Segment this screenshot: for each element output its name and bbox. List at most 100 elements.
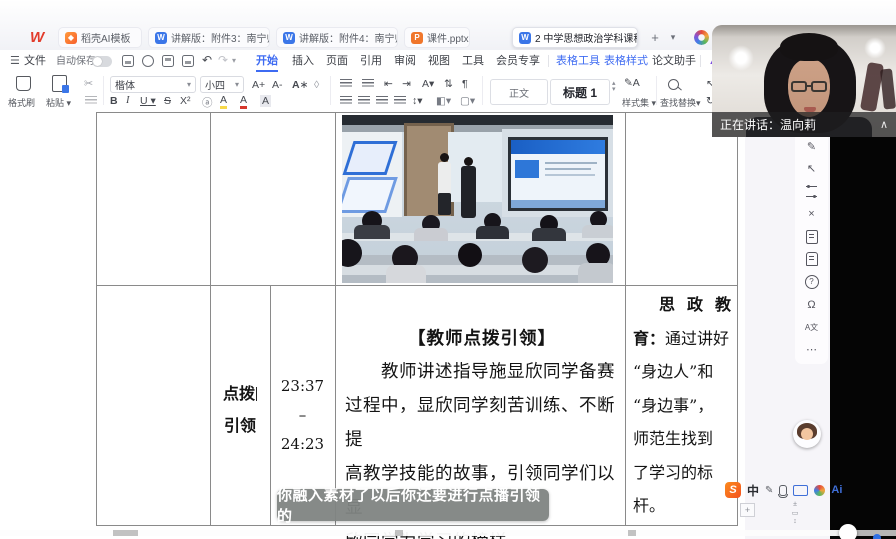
wps-logo-icon[interactable]: W [30,29,44,46]
cell-stage-label[interactable]: 点拨 引领 [210,378,270,442]
find-icon[interactable] [668,79,679,90]
menu-review[interactable]: 审阅 [394,53,416,70]
stamp-icon[interactable] [805,252,819,266]
sort-icon[interactable]: ⇅ [444,78,453,90]
undo-icon[interactable]: ↶ [202,53,212,67]
bullet-list-icon[interactable] [340,79,352,88]
menu-table-style[interactable]: 表格样式 [604,53,648,70]
translate-ab-icon[interactable]: A文 [805,320,819,334]
ime-lang-label[interactable]: 中 [747,482,759,499]
ime-ai-label[interactable]: Ai [831,484,842,496]
tab-docer-template[interactable]: ◆ 稻壳AI模板 [58,27,142,48]
justify-icon[interactable] [394,96,406,105]
theme-circle-icon[interactable] [694,30,709,45]
mini-controls[interactable]: ±▭↕ [789,501,801,525]
paragraph-mark-icon[interactable]: ¶ [462,78,468,90]
cell-time[interactable]: 23:37 – 24:23 [270,372,335,459]
cut-icon[interactable]: ✂ [84,77,93,90]
save-icon[interactable] [122,55,134,67]
bold-button[interactable]: B [110,95,118,107]
print-icon[interactable] [162,55,174,67]
text-direction-icon[interactable]: A▾ [422,78,434,90]
align-right-icon[interactable] [376,96,388,105]
style-set-label[interactable]: 样式集 ▾ [622,96,656,109]
numbered-list-icon[interactable] [362,79,374,88]
tab-courseware[interactable]: P 课件.pptx [404,27,470,48]
menu-member[interactable]: 会员专享 [496,53,540,70]
menu-insert[interactable]: 插入 [292,53,314,70]
line-spacing-icon[interactable]: ↕▾ [412,95,423,107]
more-icon[interactable]: ⋯ [805,343,819,357]
format-painter-icon[interactable] [16,76,31,91]
player-progress-track[interactable] [0,530,896,536]
sogou-logo-icon[interactable]: S [725,482,741,498]
export-icon[interactable] [142,55,154,67]
highlight-button[interactable]: A [220,94,227,109]
sliders-icon[interactable] [805,184,819,198]
print-preview-icon[interactable] [182,55,194,67]
format-painter-label[interactable]: 格式刷 [8,96,35,109]
headset-icon[interactable]: Ω [805,298,819,312]
menu-file[interactable]: 文件 [24,53,46,70]
collapse-chevron-icon[interactable]: ∧ [880,118,888,131]
ime-mic-icon[interactable] [779,485,787,496]
indent-icon[interactable]: ⇥ [402,78,411,90]
tab-list-chevron-icon[interactable]: ▾ [664,27,682,47]
outdent-icon[interactable]: ⇤ [384,78,393,90]
strikethrough-button[interactable]: S [164,95,171,107]
hamburger-icon[interactable]: ☰ [10,54,20,67]
webcam-video[interactable]: 正在讲话：温向莉 ∧ [712,25,896,137]
redo-icon[interactable]: ↷ [218,53,228,67]
pen-icon[interactable]: ✎ [805,139,819,153]
tab-active-standards[interactable]: W 2 中学思想政治学科课程标准 [512,27,638,48]
underline-button[interactable]: U ▾ [140,95,156,107]
find-replace-label[interactable]: 查找替换▾ [660,96,701,109]
menu-table-tool[interactable]: 表格工具 [556,53,600,70]
history-chevron-icon[interactable]: ▾ [232,56,236,65]
new-tab-button[interactable]: + [646,27,664,47]
menu-home[interactable]: 开始 [256,53,278,72]
align-left-icon[interactable] [340,96,352,105]
style-heading1-chip[interactable]: 标题 1 [550,79,610,105]
grow-font-button[interactable]: A+ [252,79,265,91]
font-name-combo[interactable]: 楷体▾ [110,76,196,93]
superscript-button[interactable]: X² [180,95,191,107]
font-size-combo[interactable]: 小四▾ [200,76,244,93]
doc-edit-icon[interactable] [805,230,819,244]
char-shading-button[interactable]: A [260,95,271,107]
style-set-icon[interactable]: ✎A [624,77,640,89]
menu-page[interactable]: 页面 [326,53,348,70]
assistant-avatar[interactable] [793,420,821,448]
border-icon[interactable]: ▢▾ [460,95,475,107]
menu-reference[interactable]: 引用 [360,53,382,70]
italic-button[interactable]: I [126,95,130,106]
style-normal-chip[interactable]: 正文 [490,79,548,105]
pinyin-guide-button[interactable]: ⓐ [202,95,213,110]
cell-heading[interactable]: 【教师点拨引领】 [345,325,619,350]
menu-tools[interactable]: 工具 [462,53,484,70]
cell-sidebar[interactable]: 思政教 育：通过讲好 “身边人”和 “身边事”， 师范生找到 了学习的标 杆。 [633,288,731,523]
ime-pen-icon[interactable]: ✎ [765,485,773,496]
font-color-button[interactable]: A [240,94,247,109]
player-progress-handle[interactable] [839,524,857,539]
document-page[interactable]: 点拨 引领 23:37 – 24:23 【教师点拨引领】 教师讲述指导施显欣同学… [0,110,745,539]
paste-label[interactable]: 粘贴 ▾ [46,96,71,109]
annotation-tools-icon[interactable]: × [805,207,819,221]
menu-view[interactable]: 视图 [428,53,450,70]
style-spinner[interactable]: ▴▾ [612,81,616,93]
help-icon[interactable]: ? [805,275,819,289]
cursor-icon[interactable]: ↖ [805,162,819,176]
shrink-font-button[interactable]: A- [272,79,283,91]
menu-paper-helper[interactable]: 论文助手 [652,53,696,70]
tab-attachment3[interactable]: W 讲解版：附件3：南宁师范大学 [148,27,270,48]
paste-icon[interactable] [52,75,67,92]
tab-attachment4[interactable]: W 讲解版：附件4：南宁师范大学202 [276,27,398,48]
copy-icon[interactable] [85,96,97,105]
ime-plus-box[interactable]: + [740,503,755,517]
ime-skin-icon[interactable] [814,485,825,496]
clear-format-icon[interactable]: ◊ [314,79,319,91]
shading-icon[interactable]: ◧▾ [436,95,451,107]
autosave-toggle[interactable] [92,56,112,67]
player-blue-dot[interactable] [873,534,881,539]
text-effects-button[interactable]: A∗ [292,79,308,91]
